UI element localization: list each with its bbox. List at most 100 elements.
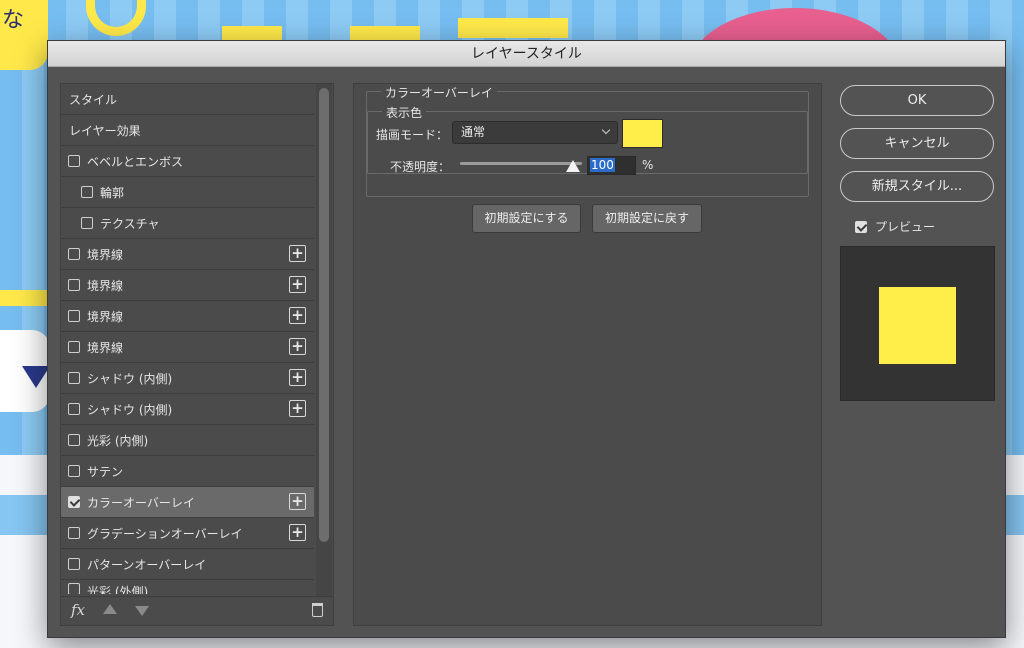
style-list-panel: スタイル レイヤー効果 ベベルとエンボス 輪郭 テクスチャ 境界線 + 境界線 + 境界線 + 境界線… bbox=[60, 83, 334, 626]
chevron-down-icon bbox=[601, 125, 611, 135]
style-list-item-label: 境界線 bbox=[87, 247, 124, 262]
preview-label: プレビュー bbox=[875, 220, 936, 234]
style-list-item[interactable]: 境界線 + bbox=[61, 301, 314, 332]
bg-triangle-icon bbox=[22, 366, 50, 388]
style-list-item-label: テクスチャ bbox=[100, 216, 160, 231]
style-list-footer: fx bbox=[61, 596, 333, 626]
style-list-item[interactable]: 輪郭 bbox=[61, 177, 314, 208]
style-list-item[interactable]: テクスチャ bbox=[61, 208, 314, 239]
preview-swatch bbox=[879, 287, 956, 364]
style-list-item-label: スタイル bbox=[69, 92, 118, 107]
style-list-item-label: カラーオーバーレイ bbox=[87, 495, 195, 510]
bg-yellow-shape bbox=[458, 18, 568, 38]
bg-yellow-bar bbox=[0, 290, 50, 306]
make-default-button[interactable]: 初期設定にする bbox=[472, 204, 581, 233]
effect-checkbox[interactable] bbox=[81, 186, 93, 198]
style-list-heading[interactable]: レイヤー効果 bbox=[61, 115, 314, 146]
bg-yellow-shape bbox=[350, 26, 420, 40]
style-list-item[interactable]: カラーオーバーレイ + bbox=[61, 487, 314, 518]
style-list-item[interactable]: ベベルとエンボス bbox=[61, 146, 314, 177]
add-effect-icon[interactable]: + bbox=[289, 276, 306, 293]
style-list-item-label: 輪郭 bbox=[100, 185, 125, 200]
effect-checkbox[interactable] bbox=[68, 434, 80, 446]
preview-toggle[interactable]: プレビュー bbox=[855, 218, 935, 235]
dialog-title: レイヤースタイル bbox=[48, 41, 1005, 67]
reset-default-button[interactable]: 初期設定に戻す bbox=[592, 204, 702, 233]
effect-checkbox[interactable] bbox=[68, 496, 80, 508]
add-effect-icon[interactable]: + bbox=[289, 307, 306, 324]
add-effect-icon[interactable]: + bbox=[289, 493, 306, 510]
bg-bubble-text: な bbox=[2, 8, 25, 33]
effect-checkbox[interactable] bbox=[68, 558, 80, 570]
style-list-item[interactable]: グラデーションオーバーレイ + bbox=[61, 518, 314, 549]
style-list: スタイル レイヤー効果 ベベルとエンボス 輪郭 テクスチャ 境界線 + 境界線 + 境界線 + 境界線… bbox=[61, 84, 314, 596]
bg-speech-bubble: な bbox=[0, 0, 48, 70]
effect-checkbox[interactable] bbox=[68, 527, 80, 539]
style-list-item[interactable]: パターンオーバーレイ bbox=[61, 549, 314, 580]
preview-thumbnail bbox=[840, 246, 995, 401]
style-list-item-label: レイヤー効果 bbox=[69, 123, 141, 138]
layer-style-dialog: レイヤースタイル スタイル レイヤー効果 ベベルとエンボス 輪郭 テクスチャ 境界線 + 境界… bbox=[47, 40, 1006, 638]
opacity-input[interactable]: 100 bbox=[587, 156, 636, 175]
blend-mode-label: 描画モード： bbox=[376, 128, 449, 142]
preview-checkbox[interactable] bbox=[855, 220, 867, 233]
opacity-unit: % bbox=[642, 158, 654, 172]
opacity-slider-handle[interactable] bbox=[566, 160, 580, 172]
style-list-item[interactable]: 境界線 + bbox=[61, 239, 314, 270]
effect-checkbox[interactable] bbox=[68, 248, 80, 260]
style-list-item-label: シャドウ (内側) bbox=[87, 402, 173, 417]
style-list-item[interactable]: シャドウ (内側) + bbox=[61, 363, 314, 394]
style-list-item[interactable]: 境界線 + bbox=[61, 332, 314, 363]
style-list-item[interactable]: 光彩 (内側) bbox=[61, 425, 314, 456]
style-list-item[interactable]: 光彩 (外側) bbox=[61, 580, 314, 594]
effect-checkbox[interactable] bbox=[68, 583, 80, 594]
opacity-slider[interactable] bbox=[460, 162, 582, 165]
move-up-icon[interactable] bbox=[103, 604, 117, 614]
color-swatch[interactable] bbox=[622, 119, 663, 148]
effect-checkbox[interactable] bbox=[68, 372, 80, 384]
style-list-item-label: サテン bbox=[87, 464, 124, 479]
style-list-item-label: グラデーションオーバーレイ bbox=[87, 526, 243, 541]
effect-checkbox[interactable] bbox=[68, 465, 80, 477]
style-list-item-label: 境界線 bbox=[87, 278, 124, 293]
cancel-button[interactable]: キャンセル bbox=[840, 128, 994, 159]
fx-icon[interactable]: fx bbox=[71, 601, 85, 619]
add-effect-icon[interactable]: + bbox=[289, 400, 306, 417]
style-list-item-label: 境界線 bbox=[87, 309, 124, 324]
color-overlay-group: カラーオーバーレイ 表示色 描画モード： 通常 不透明度： 100 % bbox=[366, 84, 809, 197]
ok-button[interactable]: OK bbox=[840, 85, 994, 116]
add-effect-icon[interactable]: + bbox=[289, 369, 306, 386]
style-list-item-label: 光彩 (外側) bbox=[87, 585, 149, 594]
blend-mode-select[interactable]: 通常 bbox=[452, 121, 618, 144]
scrollbar-thumb[interactable] bbox=[319, 88, 329, 542]
move-down-icon[interactable] bbox=[135, 606, 149, 616]
opacity-value: 100 bbox=[590, 158, 615, 172]
trash-icon[interactable] bbox=[312, 603, 323, 617]
blend-mode-value: 通常 bbox=[461, 125, 486, 139]
effect-checkbox[interactable] bbox=[68, 310, 80, 322]
effect-checkbox[interactable] bbox=[68, 279, 80, 291]
add-effect-icon[interactable]: + bbox=[289, 338, 306, 355]
add-effect-icon[interactable]: + bbox=[289, 245, 306, 262]
style-list-item[interactable]: シャドウ (内側) + bbox=[61, 394, 314, 425]
group-title: 表示色 bbox=[382, 104, 427, 121]
style-list-item[interactable]: サテン bbox=[61, 456, 314, 487]
style-list-heading[interactable]: スタイル bbox=[61, 84, 314, 115]
effect-checkbox[interactable] bbox=[68, 403, 80, 415]
bg-yellow-shape bbox=[222, 26, 282, 40]
effect-checkbox[interactable] bbox=[68, 155, 80, 167]
section-title: カラーオーバーレイ bbox=[381, 84, 497, 101]
style-list-item-label: 境界線 bbox=[87, 340, 124, 355]
bg-yellow-ring bbox=[86, 0, 146, 36]
style-list-scrollbar[interactable] bbox=[316, 84, 332, 596]
opacity-slider-fill bbox=[460, 162, 582, 165]
add-effect-icon[interactable]: + bbox=[289, 524, 306, 541]
effect-checkbox[interactable] bbox=[68, 341, 80, 353]
effect-checkbox[interactable] bbox=[81, 217, 93, 229]
style-list-item-label: 光彩 (内側) bbox=[87, 433, 149, 448]
style-list-item-label: シャドウ (内側) bbox=[87, 371, 173, 386]
display-color-group: 表示色 描画モード： 通常 不透明度： 100 % bbox=[367, 104, 808, 175]
new-style-button[interactable]: 新規スタイル... bbox=[840, 171, 994, 202]
style-list-item[interactable]: 境界線 + bbox=[61, 270, 314, 301]
color-overlay-panel: カラーオーバーレイ 表示色 描画モード： 通常 不透明度： 100 % 初期設定… bbox=[353, 83, 822, 626]
